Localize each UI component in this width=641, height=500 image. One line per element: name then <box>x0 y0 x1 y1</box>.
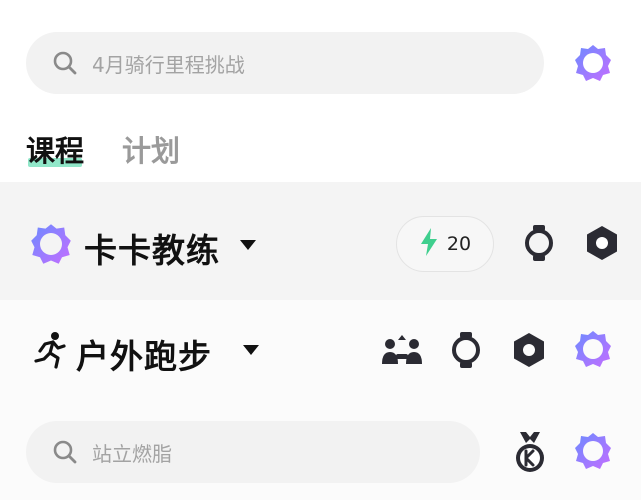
search-icon <box>52 50 78 76</box>
tab-plans[interactable]: 计划 <box>122 128 180 170</box>
app-badge-icon[interactable] <box>572 328 614 370</box>
watch-icon[interactable] <box>447 330 485 370</box>
energy-pill[interactable]: 20 <box>396 216 494 272</box>
bottom-search-bar[interactable]: 站立燃脂 <box>26 421 480 483</box>
watch-icon[interactable] <box>520 224 558 262</box>
run-title[interactable]: 户外跑步 <box>76 330 212 378</box>
top-search-bar[interactable]: 4月骑行里程挑战 <box>26 32 544 94</box>
hexagon-icon[interactable] <box>510 330 548 370</box>
hexagon-icon[interactable] <box>583 224 621 262</box>
caret-down-icon[interactable] <box>243 345 259 355</box>
tab-courses-label: 课程 <box>26 134 85 168</box>
caret-down-icon[interactable] <box>240 240 256 250</box>
lightning-icon <box>419 227 439 261</box>
tab-plans-label: 计划 <box>122 134 181 168</box>
search-placeholder: 4月骑行里程挑战 <box>92 52 245 77</box>
coach-badge-icon <box>29 222 73 266</box>
app-badge-icon[interactable] <box>572 42 614 84</box>
app-badge-icon[interactable] <box>572 430 614 472</box>
coach-title[interactable]: 卡卡教练 <box>84 224 220 272</box>
tab-courses[interactable]: 课程 <box>26 128 84 170</box>
running-man-icon <box>30 330 68 370</box>
search-placeholder: 站立燃脂 <box>92 441 172 466</box>
people-group-icon[interactable] <box>381 332 423 368</box>
search-icon <box>52 439 78 465</box>
energy-count: 20 <box>446 233 472 255</box>
medal-icon[interactable] <box>510 430 550 474</box>
